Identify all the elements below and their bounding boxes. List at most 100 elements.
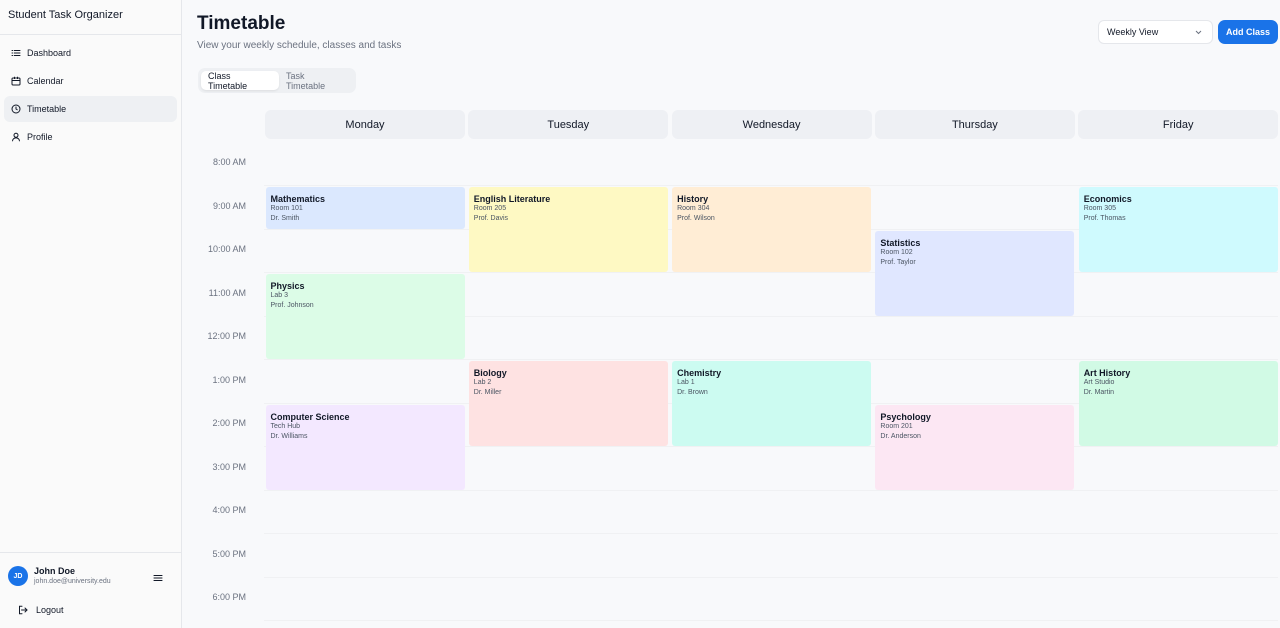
list-icon	[11, 48, 21, 58]
event-title: Physics	[270, 281, 305, 291]
time-label: 11:00 AM	[208, 287, 246, 298]
time-label: 10:00 AM	[207, 244, 246, 254]
time-row-divider	[264, 359, 1278, 360]
event-room: Lab 1	[677, 379, 695, 386]
sidebar-item-label: Profile	[27, 132, 53, 142]
class-event-art-history[interactable]: Art History Art Studio Dr. Martin	[1078, 361, 1278, 446]
time-label: 6:00 PM	[212, 592, 246, 602]
view-select[interactable]: Weekly View	[1098, 20, 1213, 44]
time-label: 9:00 AM	[212, 200, 246, 211]
clock-icon	[11, 104, 21, 114]
event-title: Psychology	[880, 411, 931, 422]
sidebar-item-dashboard[interactable]: Dashboard	[4, 40, 177, 66]
time-label: 4:00 PM	[212, 505, 246, 515]
event-teacher: Prof. Thomas	[1083, 215, 1126, 222]
user-name: John Doe	[34, 566, 76, 576]
class-event-physics[interactable]: Physics Lab 3 Prof. Johnson	[265, 274, 465, 359]
logout-button[interactable]: Logout	[18, 605, 64, 615]
sidebar-item-label: Calendar	[27, 76, 64, 86]
event-teacher: Prof. Taylor	[880, 258, 916, 266]
timetable-tabs: Class Timetable Task Timetable	[198, 68, 356, 93]
day-header-thursday: Thursday	[874, 110, 1075, 139]
logout-icon	[18, 605, 28, 615]
event-title: Statistics	[880, 237, 921, 248]
time-label: 1:00 PM	[212, 374, 246, 385]
tab-class-timetable[interactable]: Class Timetable	[201, 71, 279, 91]
add-class-button[interactable]: Add Class	[1218, 20, 1278, 44]
event-title: History	[677, 194, 709, 204]
class-event-english-literature[interactable]: English Literature Room 205 Prof. Davis	[468, 187, 668, 272]
day-header-wednesday: Wednesday	[671, 110, 872, 139]
time-label: 12:00 PM	[207, 331, 246, 341]
event-teacher: Dr. Anderson	[880, 432, 921, 440]
time-row-divider	[264, 533, 1278, 534]
class-event-computer-science[interactable]: Computer Science Tech Hub Dr. Williams	[265, 404, 465, 490]
event-room: Art Studio	[1083, 379, 1115, 386]
event-teacher: Dr. Williams	[270, 432, 308, 440]
event-title: Art History	[1083, 368, 1131, 378]
event-room: Tech Hub	[270, 422, 301, 430]
page-subtitle: View your weekly schedule, classes and t…	[197, 40, 402, 51]
sidebar: Student Task Organizer Dashboard Calenda…	[0, 0, 182, 628]
sidebar-item-timetable[interactable]: Timetable	[4, 96, 177, 122]
time-row-divider	[264, 185, 1278, 186]
event-room: Lab 2	[473, 379, 492, 386]
event-room: Room 304	[677, 205, 710, 212]
user-profile: JD John Doe john.doe@university.edu	[8, 565, 168, 589]
event-teacher: Prof. Johnson	[270, 302, 314, 309]
event-teacher: Dr. Miller	[473, 389, 502, 396]
event-room: Room 201	[880, 422, 913, 430]
class-event-mathematics[interactable]: Mathematics Room 101 Dr. Smith	[265, 187, 465, 229]
time-row-divider	[264, 272, 1278, 273]
sidebar-item-calendar[interactable]: Calendar	[4, 68, 177, 94]
event-teacher: Prof. Davis	[473, 215, 509, 222]
logout-label: Logout	[36, 605, 64, 615]
avatar: JD	[8, 566, 28, 586]
sidebar-item-profile[interactable]: Profile	[4, 124, 177, 150]
event-teacher: Dr. Martin	[1083, 389, 1115, 396]
tab-task-timetable[interactable]: Task Timetable	[279, 71, 353, 91]
sidebar-divider	[0, 34, 181, 35]
main-content: Timetable View your weekly schedule, cla…	[182, 0, 1280, 628]
user-email: john.doe@university.edu	[34, 578, 111, 585]
calendar-icon	[11, 76, 21, 86]
event-title: English Literature	[473, 194, 551, 204]
time-label: 2:00 PM	[212, 418, 246, 428]
hamburger-menu-icon[interactable]	[153, 570, 163, 582]
class-event-chemistry[interactable]: Chemistry Lab 1 Dr. Brown	[672, 361, 872, 446]
page-title: Timetable	[197, 13, 286, 34]
class-event-history[interactable]: History Room 304 Prof. Wilson	[672, 187, 872, 272]
sidebar-divider	[0, 552, 181, 553]
time-row-divider	[264, 489, 1278, 491]
class-event-economics[interactable]: Economics Room 305 Prof. Thomas	[1078, 187, 1278, 272]
event-title: Biology	[473, 368, 507, 378]
event-room: Lab 3	[270, 292, 289, 299]
view-select-value: Weekly View	[1107, 27, 1159, 37]
event-title: Mathematics	[270, 194, 326, 204]
user-icon	[11, 132, 21, 142]
event-title: Economics	[1083, 194, 1132, 204]
event-room: Room 205	[473, 205, 507, 212]
event-room: Room 102	[880, 248, 913, 256]
event-teacher: Prof. Wilson	[677, 215, 715, 222]
app-title: Student Task Organizer	[8, 9, 123, 21]
sidebar-item-label: Timetable	[27, 104, 67, 114]
event-teacher: Dr. Brown	[677, 389, 708, 396]
time-row-divider	[264, 620, 1278, 621]
class-event-biology[interactable]: Biology Lab 2 Dr. Miller	[468, 361, 668, 446]
class-event-psychology[interactable]: Psychology Room 201 Dr. Anderson	[875, 404, 1075, 490]
time-label: 8:00 AM	[212, 157, 246, 167]
chevron-down-icon	[1194, 28, 1203, 37]
event-room: Room 305	[1083, 205, 1116, 212]
day-header-friday: Friday	[1078, 110, 1279, 139]
event-title: Chemistry	[677, 368, 722, 378]
time-label: 5:00 PM	[212, 548, 246, 559]
sidebar-nav: Dashboard Calendar Timetable Profile	[4, 40, 177, 152]
time-row-divider	[264, 576, 1278, 578]
day-header-monday: Monday	[265, 110, 465, 139]
event-title: Computer Science	[270, 411, 350, 422]
class-event-statistics[interactable]: Statistics Room 102 Prof. Taylor	[875, 230, 1075, 316]
sidebar-item-label: Dashboard	[27, 48, 72, 58]
event-room: Room 101	[270, 205, 303, 212]
time-label: 3:00 PM	[212, 461, 246, 472]
